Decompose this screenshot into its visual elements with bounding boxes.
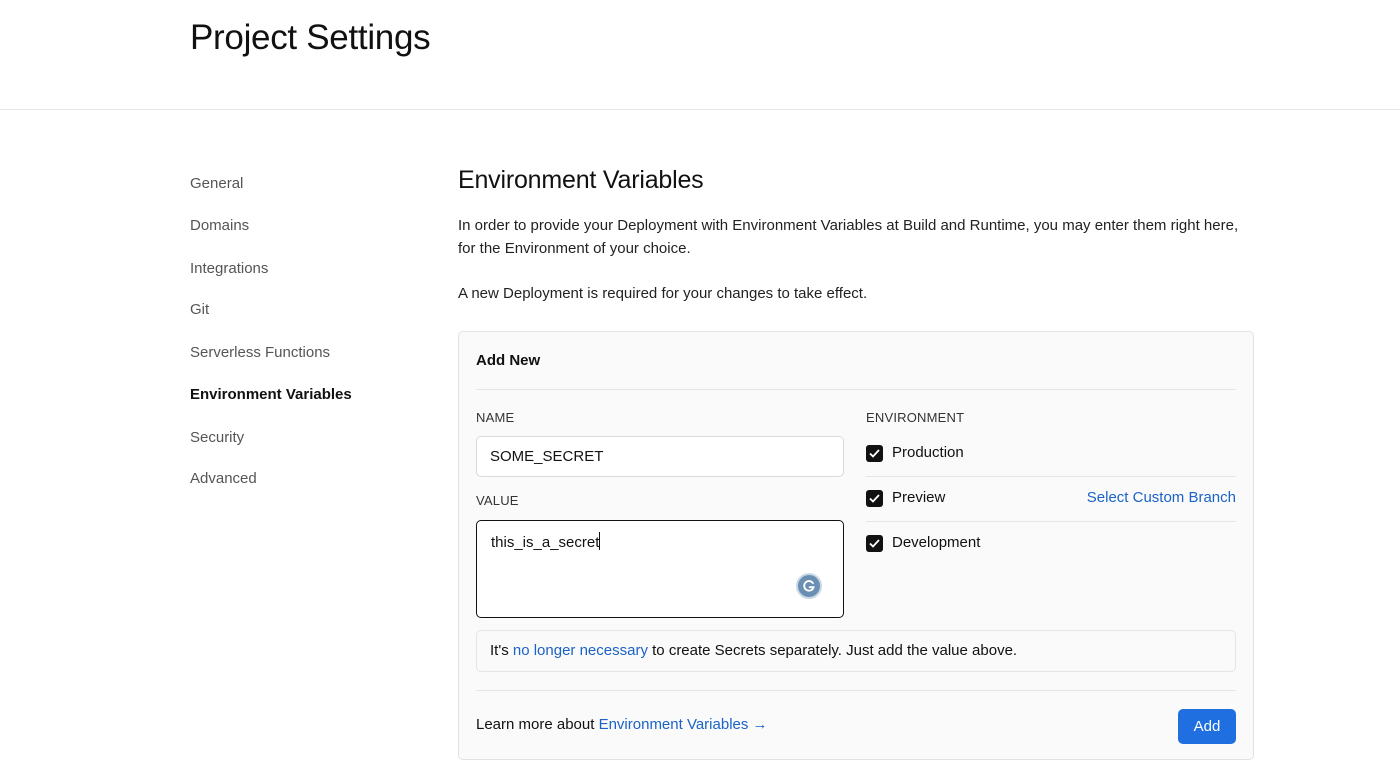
env-row-development[interactable]: Development	[866, 529, 1236, 559]
preview-checkbox[interactable]	[866, 490, 883, 507]
value-text: this_is_a_secret	[491, 534, 600, 551]
add-new-card: Add New NAME VALUE this_is_a_secret ENVI…	[458, 331, 1254, 760]
value-textarea[interactable]: this_is_a_secret	[476, 520, 844, 618]
environment-label: ENVIRONMENT	[866, 410, 965, 425]
secrets-note: It's no longer necessary to create Secre…	[476, 630, 1236, 672]
checkmark-icon	[869, 494, 880, 503]
environment-variables-docs-link[interactable]: Environment Variables →	[599, 716, 768, 733]
preview-label: Preview	[892, 489, 946, 506]
development-checkbox[interactable]	[866, 535, 883, 552]
card-footer-divider	[476, 690, 1236, 691]
name-label: NAME	[476, 410, 515, 425]
sidebar-item-security[interactable]: Security	[190, 429, 244, 446]
env-row-preview[interactable]: Preview Select Custom Branch	[866, 484, 1236, 514]
production-checkbox[interactable]	[866, 445, 883, 462]
select-custom-branch-link[interactable]: Select Custom Branch	[1087, 489, 1236, 506]
secrets-note-prefix: It's	[490, 642, 513, 659]
page-header: Project Settings	[0, 0, 1400, 110]
name-input[interactable]	[476, 436, 844, 477]
secrets-note-suffix: to create Secrets separately. Just add t…	[647, 642, 1018, 659]
env-row-production[interactable]: Production	[866, 439, 1236, 469]
section-title: Environment Variables	[458, 166, 704, 194]
env-divider	[866, 521, 1236, 522]
sidebar-item-integrations[interactable]: Integrations	[190, 260, 268, 277]
text-caret	[599, 532, 601, 550]
add-button[interactable]: Add	[1178, 709, 1236, 744]
sidebar-item-environment-variables[interactable]: Environment Variables	[190, 386, 352, 403]
sidebar-item-domains[interactable]: Domains	[190, 217, 249, 234]
env-divider	[866, 476, 1236, 477]
grammarly-icon[interactable]	[796, 573, 822, 599]
sidebar-item-serverless-functions[interactable]: Serverless Functions	[190, 344, 330, 361]
section-description: In order to provide your Deployment with…	[458, 217, 1239, 257]
sidebar-item-general[interactable]: General	[190, 175, 243, 192]
sidebar-item-advanced[interactable]: Advanced	[190, 470, 257, 487]
checkmark-icon	[869, 449, 880, 458]
value-label: VALUE	[476, 493, 519, 508]
deployment-note: A new Deployment is required for your ch…	[458, 285, 868, 302]
card-title: Add New	[476, 352, 541, 369]
no-longer-necessary-link[interactable]: no longer necessary	[513, 642, 648, 659]
learn-more-prefix: Learn more about	[476, 716, 599, 733]
learn-more-text: Learn more about Environment Variables →	[476, 716, 768, 733]
card-divider	[476, 389, 1236, 390]
page-title: Project Settings	[190, 18, 431, 57]
checkmark-icon	[869, 539, 880, 548]
sidebar-item-git[interactable]: Git	[190, 301, 209, 318]
production-label: Production	[892, 444, 964, 461]
development-label: Development	[892, 534, 981, 551]
